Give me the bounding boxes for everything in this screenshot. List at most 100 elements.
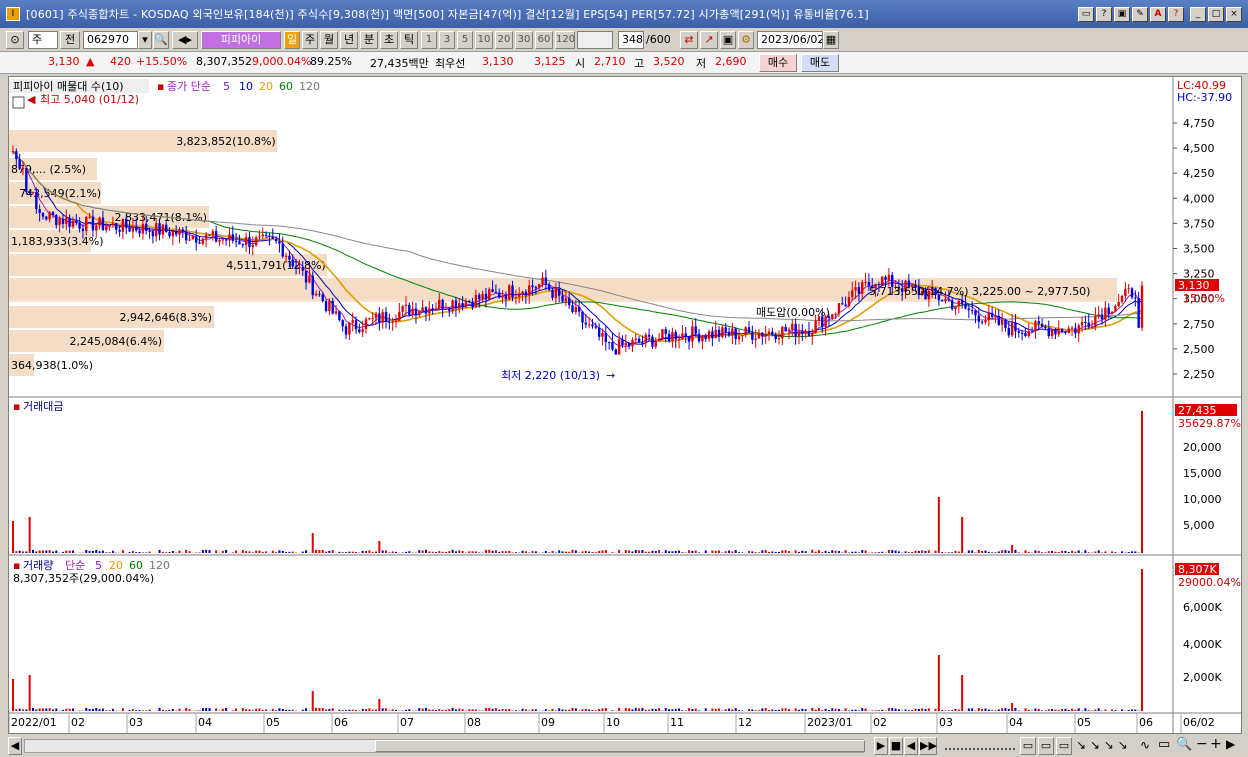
amount-bar xyxy=(714,550,717,553)
pin-icon[interactable]: ⊙ xyxy=(6,31,24,49)
sound-icon[interactable]: ◀▸ xyxy=(172,31,198,49)
interval-30[interactable]: 30 xyxy=(515,31,533,49)
minus-icon[interactable]: − xyxy=(1196,736,1208,752)
close-button[interactable]: × xyxy=(1226,6,1242,22)
volume-bar xyxy=(221,708,224,711)
candle-body xyxy=(88,216,91,218)
period-week[interactable]: 주 xyxy=(302,31,318,49)
stock-chart[interactable]: 364,938(1.0%) 2,245,084(6.4%) 2,942,646(8.… xyxy=(8,77,1241,733)
font-icon[interactable]: A xyxy=(1150,6,1166,22)
link-icon[interactable]: ▭ xyxy=(1078,6,1094,22)
candle-body xyxy=(541,277,544,285)
interval-10[interactable]: 10 xyxy=(475,31,493,49)
amount-tag: 27,435 xyxy=(1178,404,1217,417)
interval-120[interactable]: 120 xyxy=(555,31,575,49)
amount-bar xyxy=(225,549,228,553)
x-tick: 12 xyxy=(738,716,752,729)
amount-bar xyxy=(31,549,34,553)
volume-bar xyxy=(741,710,744,711)
layout3-icon[interactable]: ▭ xyxy=(1056,737,1072,755)
candle-body xyxy=(807,330,811,337)
market-type-select[interactable]: 주 xyxy=(28,31,58,49)
settings-icon[interactable]: ⚙ xyxy=(738,31,754,49)
candle-body xyxy=(571,305,574,313)
amount-bar xyxy=(911,551,914,553)
volume-tick: 2,000K xyxy=(1183,671,1222,684)
candle-body xyxy=(364,319,368,330)
zoom-out-icon[interactable]: 🔍 xyxy=(1176,737,1192,752)
draw-tools-icon[interactable]: ↘ ↘ ↘ ↘ xyxy=(1076,738,1128,752)
interval-20[interactable]: 20 xyxy=(495,31,513,49)
period-tick[interactable]: 틱 xyxy=(400,31,418,49)
amount-bar xyxy=(45,550,48,553)
interval-5[interactable]: 5 xyxy=(457,31,473,49)
candle-body xyxy=(214,231,218,242)
volume-bar xyxy=(451,707,454,711)
stock-code-input[interactable]: 062970 xyxy=(83,31,138,49)
amount-bar xyxy=(85,549,88,553)
amount-bar xyxy=(501,551,504,553)
custom-interval-input[interactable] xyxy=(577,31,613,49)
save-icon[interactable]: ▣ xyxy=(1114,6,1130,22)
volume-bar xyxy=(105,710,108,711)
interval-1[interactable]: 1 xyxy=(421,31,437,49)
calendar-icon[interactable]: ▦ xyxy=(823,31,839,49)
period-month[interactable]: 월 xyxy=(320,31,338,49)
stock-name: 피피아이 xyxy=(220,33,262,46)
volume-bar xyxy=(348,709,351,711)
edit-icon[interactable]: ✎ xyxy=(1132,6,1148,22)
plus-icon[interactable]: + xyxy=(1210,736,1222,752)
period-minute[interactable]: 분 xyxy=(360,31,378,49)
code-dropdown-icon[interactable]: ▾ xyxy=(138,31,152,49)
swap-icon[interactable]: ⇄ xyxy=(680,31,698,49)
interval-60[interactable]: 60 xyxy=(535,31,553,49)
count-input[interactable]: 348 xyxy=(618,31,644,49)
amount-bar xyxy=(1104,551,1107,553)
amount-bar xyxy=(521,550,524,553)
prev-icon[interactable]: ◀ xyxy=(904,737,918,755)
period-day[interactable]: 일 xyxy=(284,31,300,49)
stop-icon[interactable]: ■ xyxy=(889,737,903,755)
sell-button[interactable]: 매도 xyxy=(801,54,839,72)
price-tick: 4,750 xyxy=(1183,117,1215,130)
maximize-button[interactable]: □ xyxy=(1208,6,1224,22)
curve-icon[interactable]: ∿ xyxy=(1140,738,1150,752)
chart-area[interactable]: 364,938(1.0%) 2,245,084(6.4%) 2,942,646(8.… xyxy=(8,76,1242,734)
scroll-right-icon[interactable]: ▶ xyxy=(1226,737,1235,751)
amount-bar xyxy=(638,550,641,553)
candle-body xyxy=(681,333,684,339)
fast-forward-icon[interactable]: ▶▶ xyxy=(919,737,937,755)
volume-bar xyxy=(524,709,527,711)
disk-icon[interactable]: ▣ xyxy=(720,31,736,49)
period-second[interactable]: 초 xyxy=(380,31,398,49)
horizontal-scrollbar[interactable] xyxy=(24,739,865,753)
candle-body xyxy=(1117,301,1120,307)
volume-bar xyxy=(914,708,917,711)
search-icon[interactable]: 🔍 xyxy=(153,31,169,49)
play-icon[interactable]: ▶ xyxy=(874,737,888,755)
layout-icon[interactable]: ▭ xyxy=(1020,737,1036,755)
candle-body xyxy=(528,285,531,296)
date-input[interactable]: 2023/06/02 xyxy=(757,31,823,49)
layout2-icon[interactable]: ▭ xyxy=(1038,737,1054,755)
help-icon[interactable]: ? xyxy=(1096,6,1112,22)
interval-3[interactable]: 3 xyxy=(439,31,455,49)
grid-icon[interactable]: ▭ xyxy=(1158,737,1170,752)
volume-bar xyxy=(991,710,994,711)
scroll-left-icon[interactable]: ◀ xyxy=(8,737,22,755)
volume-profile-label: 364,938(1.0%) xyxy=(11,359,93,372)
minimize-button[interactable]: _ xyxy=(1190,6,1206,22)
volume-bar xyxy=(418,708,421,711)
buy-button[interactable]: 매수 xyxy=(759,54,797,72)
zoom-slider[interactable] xyxy=(945,740,1015,750)
candle-body xyxy=(647,334,651,337)
question-icon[interactable]: ? xyxy=(1168,6,1184,22)
trend-icon[interactable]: ↗ xyxy=(700,31,718,49)
all-button[interactable]: 전 xyxy=(60,31,80,49)
period-year[interactable]: 년 xyxy=(340,31,358,49)
amount-bar xyxy=(331,550,334,553)
price-tick: 2,750 xyxy=(1183,318,1215,331)
panel-icon[interactable] xyxy=(12,96,25,109)
candle-body xyxy=(837,303,841,314)
scroll-thumb[interactable] xyxy=(375,740,865,752)
